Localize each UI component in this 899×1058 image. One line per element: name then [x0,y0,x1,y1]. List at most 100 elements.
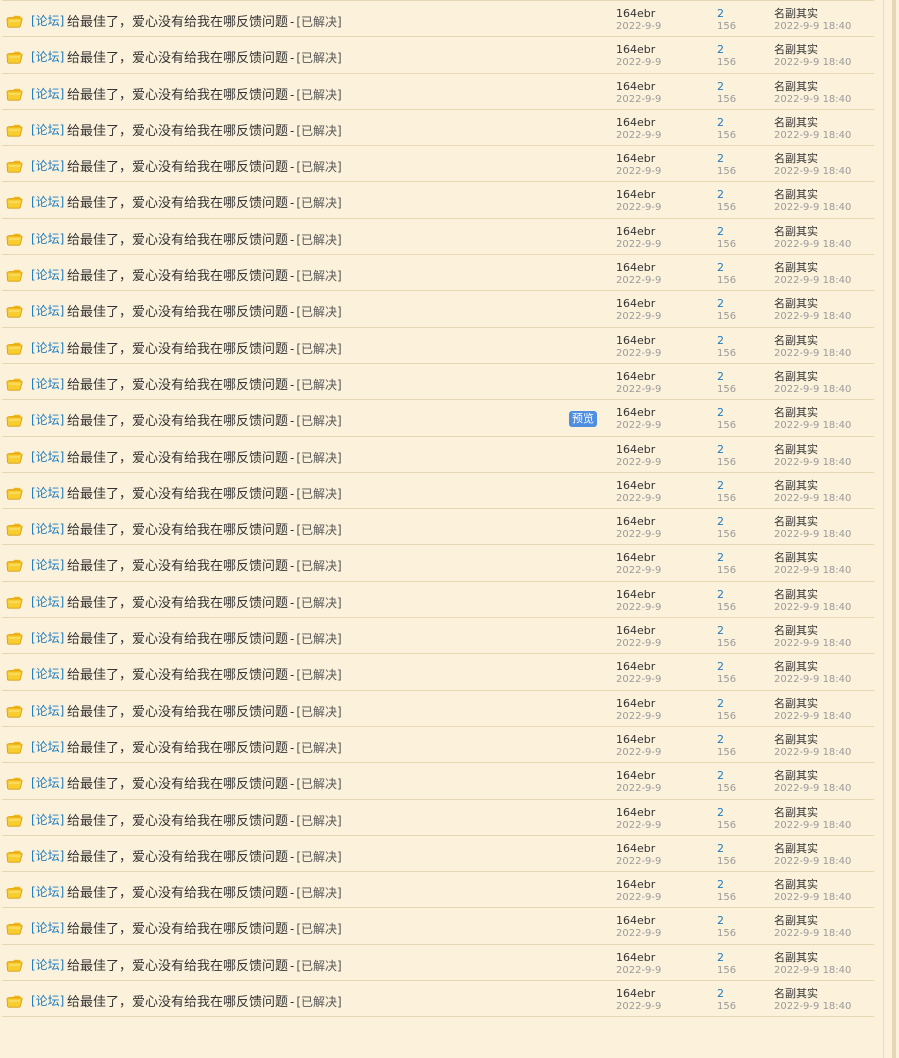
thread-title-text[interactable]: 给最佳了，爱心没有给我在哪反馈问题 [67,88,288,103]
thread-title-text[interactable]: 给最佳了，爱心没有给我在哪反馈问题 [67,814,288,829]
thread-title-text[interactable]: 给最佳了，爱心没有给我在哪反馈问题 [67,959,288,974]
last-poster-link[interactable]: 名副其实 [774,987,851,1000]
last-post-time[interactable]: 2022-9-9 18:40 [774,710,851,723]
author-name-link[interactable]: 164ebr [616,842,661,855]
thread-title-link[interactable]: 给最佳了，爱心没有给我在哪反馈问题 - [已解决] [67,918,342,937]
author-name-link[interactable]: 164ebr [616,80,661,93]
table-row[interactable]: [论坛] 给最佳了，爱心没有给我在哪反馈问题 - [已解决] 164ebr 2022… [2,255,874,292]
reply-count-link[interactable]: 2 [717,261,736,274]
reply-count-link[interactable]: 2 [717,842,736,855]
thread-title-link[interactable]: 给最佳了，爱心没有给我在哪反馈问题 - [已解决] [67,84,342,103]
reply-count-link[interactable]: 2 [717,152,736,165]
table-row[interactable]: [论坛] 给最佳了，爱心没有给我在哪反馈问题 - [已解决] 164ebr 2022… [2,727,874,764]
thread-title-text[interactable]: 给最佳了，爱心没有给我在哪反馈问题 [67,922,288,937]
thread-title-link[interactable]: 给最佳了，爱心没有给我在哪反馈问题 - [已解决] [67,192,342,211]
last-post-time[interactable]: 2022-9-9 18:40 [774,165,851,178]
forum-tag-link[interactable]: [论坛] [31,665,64,682]
last-post-time[interactable]: 2022-9-9 18:40 [774,891,851,904]
thread-title-link[interactable]: 给最佳了，爱心没有给我在哪反馈问题 - [已解决] [67,447,342,466]
last-poster-link[interactable]: 名副其实 [774,80,851,93]
last-post-time[interactable]: 2022-9-9 18:40 [774,129,851,142]
thread-title-link[interactable]: 给最佳了，爱心没有给我在哪反馈问题 - [已解决] [67,628,342,647]
last-post-time[interactable]: 2022-9-9 18:40 [774,855,851,868]
table-row[interactable]: [论坛] 给最佳了，爱心没有给我在哪反馈问题 - [已解决] 164ebr 2022… [2,945,874,982]
author-name-link[interactable]: 164ebr [616,806,661,819]
reply-count-link[interactable]: 2 [717,116,736,129]
thread-title-link[interactable]: 给最佳了，爱心没有给我在哪反馈问题 - [已解决] [67,156,342,175]
last-poster-link[interactable]: 名副其实 [774,297,851,310]
forum-tag-link[interactable]: [论坛] [31,593,64,610]
table-row[interactable]: [论坛] 给最佳了，爱心没有给我在哪反馈问题 - [已解决] 164ebr 2022… [2,110,874,147]
author-name-link[interactable]: 164ebr [616,769,661,782]
thread-title-text[interactable]: 给最佳了，爱心没有给我在哪反馈问题 [67,451,288,466]
last-post-time[interactable]: 2022-9-9 18:40 [774,601,851,614]
last-post-time[interactable]: 2022-9-9 18:40 [774,274,851,287]
thread-title-text[interactable]: 给最佳了，爱心没有给我在哪反馈问题 [67,233,288,248]
thread-title-text[interactable]: 给最佳了，爱心没有给我在哪反馈问题 [67,305,288,320]
thread-title-text[interactable]: 给最佳了，爱心没有给我在哪反馈问题 [67,777,288,792]
last-poster-link[interactable]: 名副其实 [774,370,851,383]
thread-title-link[interactable]: 给最佳了，爱心没有给我在哪反馈问题 - [已解决] [67,664,342,683]
thread-title-text[interactable]: 给最佳了，爱心没有给我在哪反馈问题 [67,632,288,647]
thread-title-link[interactable]: 给最佳了，爱心没有给我在哪反馈问题 - [已解决] [67,519,342,538]
last-post-time[interactable]: 2022-9-9 18:40 [774,20,851,33]
forum-tag-link[interactable]: [论坛] [31,266,64,283]
last-post-time[interactable]: 2022-9-9 18:40 [774,56,851,69]
thread-title-text[interactable]: 给最佳了，爱心没有给我在哪反馈问题 [67,269,288,284]
reply-count-link[interactable]: 2 [717,515,736,528]
thread-title-text[interactable]: 给最佳了，爱心没有给我在哪反馈问题 [67,995,288,1010]
table-row[interactable]: [论坛] 给最佳了，爱心没有给我在哪反馈问题 - [已解决] 164ebr 2022… [2,836,874,873]
last-post-time[interactable]: 2022-9-9 18:40 [774,673,851,686]
thread-title-text[interactable]: 给最佳了，爱心没有给我在哪反馈问题 [67,160,288,175]
reply-count-link[interactable]: 2 [717,7,736,20]
last-poster-link[interactable]: 名副其实 [774,733,851,746]
table-row[interactable]: [论坛] 给最佳了，爱心没有给我在哪反馈问题 - [已解决] 164ebr 2022… [2,400,874,437]
last-post-time[interactable]: 2022-9-9 18:40 [774,1000,851,1013]
scrollbar[interactable] [892,0,896,1058]
table-row[interactable]: [论坛] 给最佳了，爱心没有给我在哪反馈问题 - [已解决] 164ebr 2022… [2,291,874,328]
table-row[interactable]: [论坛] 给最佳了，爱心没有给我在哪反馈问题 - [已解决] 164ebr 2022… [2,364,874,401]
table-row[interactable]: [论坛] 给最佳了，爱心没有给我在哪反馈问题 - [已解决] 164ebr 2022… [2,800,874,836]
table-row[interactable]: [论坛] 给最佳了，爱心没有给我在哪反馈问题 - [已解决] 164ebr 2022… [2,872,874,909]
author-name-link[interactable]: 164ebr [616,370,661,383]
author-name-link[interactable]: 164ebr [616,733,661,746]
reply-count-link[interactable]: 2 [717,297,736,310]
reply-count-link[interactable]: 2 [717,624,736,637]
thread-title-text[interactable]: 给最佳了，爱心没有给我在哪反馈问题 [67,15,288,30]
forum-tag-link[interactable]: [论坛] [31,847,64,864]
forum-tag-link[interactable]: [论坛] [31,556,64,573]
last-poster-link[interactable]: 名副其实 [774,334,851,347]
table-row[interactable]: [论坛] 给最佳了，爱心没有给我在哪反馈问题 - [已解决] 164ebr 2022… [2,691,874,727]
last-post-time[interactable]: 2022-9-9 18:40 [774,93,851,106]
thread-title-link[interactable]: 给最佳了，爱心没有给我在哪反馈问题 - [已解决] [67,229,342,248]
author-name-link[interactable]: 164ebr [616,297,661,310]
reply-count-link[interactable]: 2 [717,443,736,456]
table-row[interactable]: [论坛] 给最佳了，爱心没有给我在哪反馈问题 - [已解决] 164ebr 2022… [2,545,874,582]
reply-count-link[interactable]: 2 [717,878,736,891]
table-row[interactable]: [论坛] 给最佳了，爱心没有给我在哪反馈问题 - [已解决] 164ebr 2022… [2,74,874,110]
table-row[interactable]: [论坛] 给最佳了，爱心没有给我在哪反馈问题 - [已解决] 164ebr 2022… [2,582,874,619]
last-poster-link[interactable]: 名副其实 [774,697,851,710]
table-row[interactable]: [论坛] 给最佳了，爱心没有给我在哪反馈问题 - [已解决] 164ebr 2022… [2,146,874,183]
table-row[interactable]: [论坛] 给最佳了，爱心没有给我在哪反馈问题 - [已解决] 164ebr 2022… [2,219,874,256]
last-post-time[interactable]: 2022-9-9 18:40 [774,564,851,577]
reply-count-link[interactable]: 2 [717,914,736,927]
author-name-link[interactable]: 164ebr [616,878,661,891]
forum-tag-link[interactable]: [论坛] [31,85,64,102]
forum-tag-link[interactable]: [论坛] [31,484,64,501]
thread-title-link[interactable]: 给最佳了，爱心没有给我在哪反馈问题 - [已解决] [67,737,342,756]
last-post-time[interactable]: 2022-9-9 18:40 [774,927,851,940]
table-row[interactable]: [论坛] 给最佳了，爱心没有给我在哪反馈问题 - [已解决] 164ebr 2022… [2,182,874,219]
reply-count-link[interactable]: 2 [717,733,736,746]
reply-count-link[interactable]: 2 [717,406,736,419]
reply-count-link[interactable]: 2 [717,588,736,601]
table-row[interactable]: [论坛] 给最佳了，爱心没有给我在哪反馈问题 - [已解决] 164ebr 2022… [2,328,874,364]
last-post-time[interactable]: 2022-9-9 18:40 [774,528,851,541]
thread-title-text[interactable]: 给最佳了，爱心没有给我在哪反馈问题 [67,523,288,538]
thread-title-text[interactable]: 给最佳了，爱心没有给我在哪反馈问题 [67,668,288,683]
last-poster-link[interactable]: 名副其实 [774,406,851,419]
author-name-link[interactable]: 164ebr [616,660,661,673]
table-row[interactable]: [论坛] 给最佳了，爱心没有给我在哪反馈问题 - [已解决] 164ebr 2022… [2,908,874,945]
last-post-time[interactable]: 2022-9-9 18:40 [774,201,851,214]
last-poster-link[interactable]: 名副其实 [774,7,851,20]
